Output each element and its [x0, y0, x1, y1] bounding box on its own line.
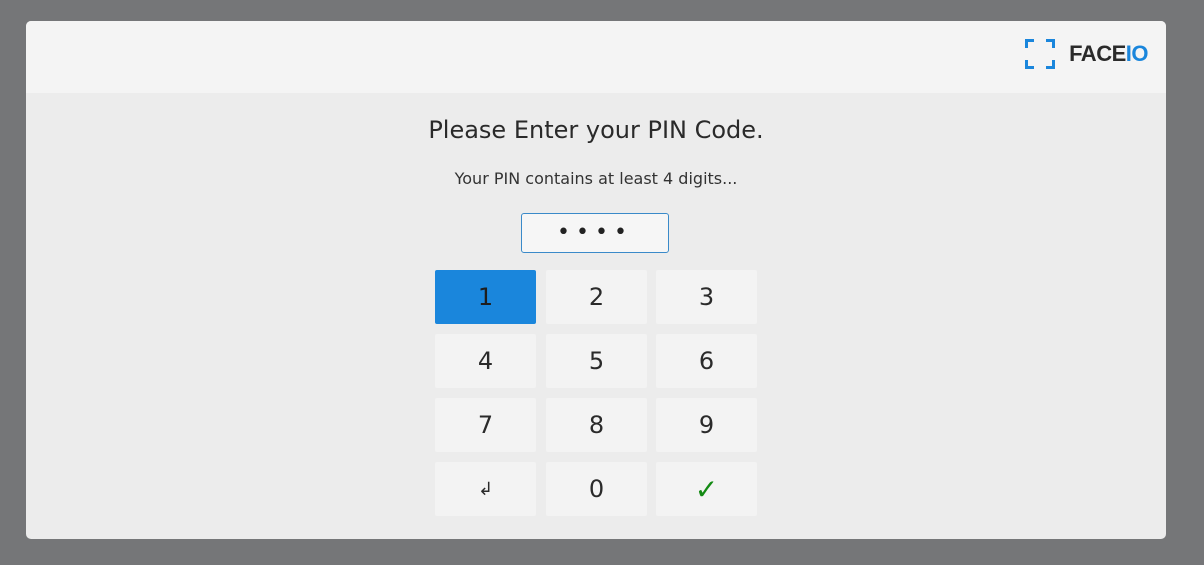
key-4[interactable]: 4: [435, 334, 536, 388]
key-2[interactable]: 2: [546, 270, 647, 324]
confirm-button[interactable]: ✓: [656, 462, 757, 516]
key-7[interactable]: 7: [435, 398, 536, 452]
faceio-logo: FACEIO: [1025, 39, 1149, 69]
key-3[interactable]: 3: [656, 270, 757, 324]
pin-input[interactable]: ••••: [521, 213, 669, 253]
pin-hint: Your PIN contains at least 4 digits...: [454, 169, 738, 188]
backspace-button[interactable]: ↲: [435, 462, 536, 516]
brand-name-main: FACE: [1069, 41, 1126, 66]
dialog-header: FACEIO: [26, 21, 1166, 93]
key-8[interactable]: 8: [546, 398, 647, 452]
key-6[interactable]: 6: [656, 334, 757, 388]
brand-name-accent: IO: [1125, 41, 1149, 66]
key-0[interactable]: 0: [546, 462, 647, 516]
pin-dialog: FACEIO Please Enter your PIN Code. Your …: [26, 21, 1166, 539]
checkmark-icon: ✓: [694, 472, 719, 506]
key-5[interactable]: 5: [546, 334, 647, 388]
key-9[interactable]: 9: [656, 398, 757, 452]
brand-name: FACEIO: [1069, 41, 1148, 67]
key-1[interactable]: 1: [435, 270, 536, 324]
return-arrow-icon: ↲: [477, 478, 494, 500]
face-frame-icon: [1025, 39, 1056, 69]
page-title: Please Enter your PIN Code.: [428, 116, 764, 144]
